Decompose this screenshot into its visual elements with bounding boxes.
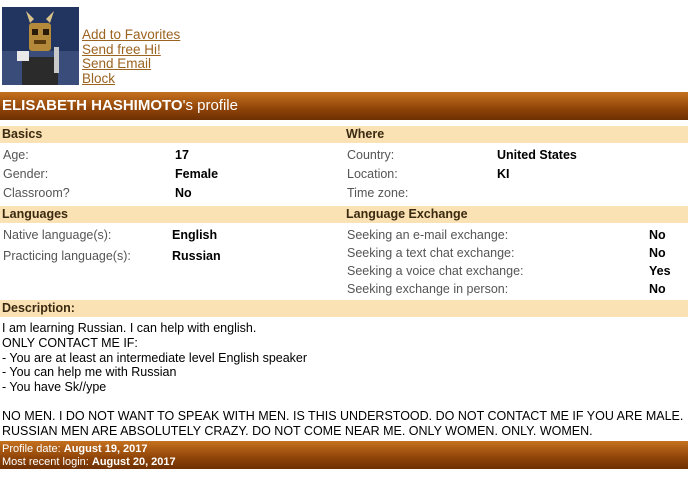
native-language-value: English xyxy=(172,228,218,242)
profile-actions: Add to Favorites Send free Hi! Send Emai… xyxy=(82,27,180,87)
description-line: ONLY CONTACT ME IF: xyxy=(2,335,138,350)
age-value: 17 xyxy=(175,148,189,162)
classroom-label: Classroom? xyxy=(3,186,70,200)
section-languages-header: Languages xyxy=(0,206,344,223)
voice-chat-exchange-value: Yes xyxy=(649,264,671,278)
description-text: I am learning Russian. I can help with e… xyxy=(2,321,688,395)
block-link[interactable]: Block xyxy=(82,71,180,87)
native-language-label: Native language(s): xyxy=(3,228,112,242)
location-label: Location: xyxy=(347,167,398,181)
last-login-value: August 20, 2017 xyxy=(91,456,176,468)
avatar-image xyxy=(2,7,79,85)
description-line: I am learning Russian. I can help with e… xyxy=(2,321,257,335)
profile-date-row: Profile date: August 19, 2017 xyxy=(2,443,688,456)
location-value: KI xyxy=(497,167,510,181)
send-free-hi-link[interactable]: Send free Hi! xyxy=(82,42,180,58)
text-chat-exchange-value: No xyxy=(649,246,666,260)
section-exchange-header: Language Exchange xyxy=(344,206,688,223)
practicing-language-label: Practicing language(s): xyxy=(3,249,131,263)
description-line: - You can help me with Russian xyxy=(2,365,177,380)
last-login-label: Most recent login: xyxy=(2,456,89,468)
section-description-header: Description: xyxy=(0,300,688,317)
profile-date-label: Profile date: xyxy=(2,443,61,455)
description-line: - You are at least an intermediate level… xyxy=(2,350,308,365)
practicing-language-value: Russian xyxy=(172,249,221,263)
gender-label: Gender: xyxy=(3,167,49,181)
profile-title-bar: ELISABETH HASHIMOTO's profile xyxy=(0,92,688,120)
description-line: - You have Sk//ype xyxy=(2,380,107,395)
last-login-row: Most recent login: August 20, 2017 xyxy=(2,456,688,469)
classroom-value: No xyxy=(175,186,192,200)
text-chat-exchange-label: Seeking a text chat exchange: xyxy=(347,246,515,260)
profile-title-suffix: 's profile xyxy=(182,97,238,114)
in-person-exchange-value: No xyxy=(649,282,666,296)
in-person-exchange-label: Seeking exchange in person: xyxy=(347,282,509,296)
country-value: United States xyxy=(497,148,577,162)
add-to-favorites-link[interactable]: Add to Favorites xyxy=(82,27,180,43)
profile-name: ELISABETH HASHIMOTO xyxy=(2,97,183,114)
email-exchange-value: No xyxy=(649,228,666,242)
section-basics-header: Basics xyxy=(0,126,344,143)
profile-date-value: August 19, 2017 xyxy=(63,443,148,455)
section-where-header: Where xyxy=(344,126,688,143)
email-exchange-label: Seeking an e-mail exchange: xyxy=(347,228,509,242)
profile-footer: Profile date: August 19, 2017 Most recen… xyxy=(0,441,688,469)
timezone-label: Time zone: xyxy=(347,186,409,200)
send-email-link[interactable]: Send Email xyxy=(82,56,180,72)
avatar[interactable] xyxy=(2,7,79,85)
description-warning: NO MEN. I DO NOT WANT TO SPEAK WITH MEN.… xyxy=(2,409,684,438)
age-label: Age: xyxy=(3,148,29,162)
country-label: Country: xyxy=(347,148,395,162)
voice-chat-exchange-label: Seeking a voice chat exchange: xyxy=(347,264,524,278)
gender-value: Female xyxy=(175,167,219,181)
